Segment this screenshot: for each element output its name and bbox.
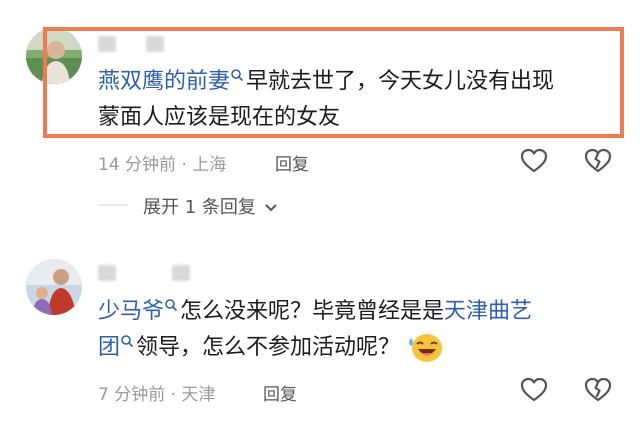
comment-text: 少马爷 怎么没来呢？毕竟曾经是是天津曲艺 团领导，怎么不参加活动呢？ (98, 294, 628, 366)
comment-meta: 14 分钟前 · 上海 (98, 155, 227, 175)
topic-link[interactable]: 团 (98, 335, 120, 360)
chevron-down-icon (264, 204, 277, 212)
broken-heart-icon[interactable] (584, 377, 612, 403)
avatar-image (26, 259, 82, 315)
divider-line (98, 204, 128, 206)
comment-meta: 7 分钟前 · 天津 (98, 385, 216, 405)
comment-username[interactable]: 燕双鹰的前妻 (98, 69, 230, 94)
username-blur (172, 265, 190, 281)
expand-replies-button[interactable]: 展开 1 条回复 (143, 193, 278, 219)
laughing-emoji (409, 334, 443, 362)
broken-heart-icon[interactable] (584, 148, 612, 174)
comment-line1: 怎么没来呢？毕竟曾经是是 (180, 299, 445, 324)
heart-icon[interactable] (520, 377, 548, 403)
expand-replies-label: 展开 1 条回复 (143, 197, 256, 218)
comment-line1: 早就去世了，今天女儿没有出现 (246, 69, 555, 94)
comment-text: 燕双鹰的前妻 早就去世了，今天女儿没有出现 蒙面人应该是现在的女友 (98, 64, 618, 136)
magnifier-icon (121, 335, 134, 348)
comment-line2: 领导，怎么不参加活动呢？ (136, 335, 401, 360)
magnifier-icon (231, 69, 244, 82)
avatar[interactable] (26, 259, 82, 315)
topic-link[interactable]: 天津曲艺 (444, 299, 532, 324)
heart-icon[interactable] (520, 148, 548, 174)
reply-button[interactable]: 回复 (263, 380, 297, 405)
magnifier-icon (165, 299, 178, 312)
comment-line2: 蒙面人应该是现在的女友 (98, 105, 341, 130)
reply-button[interactable]: 回复 (275, 150, 309, 175)
username-blur (98, 265, 116, 281)
comment-username[interactable]: 少马爷 (98, 299, 164, 324)
